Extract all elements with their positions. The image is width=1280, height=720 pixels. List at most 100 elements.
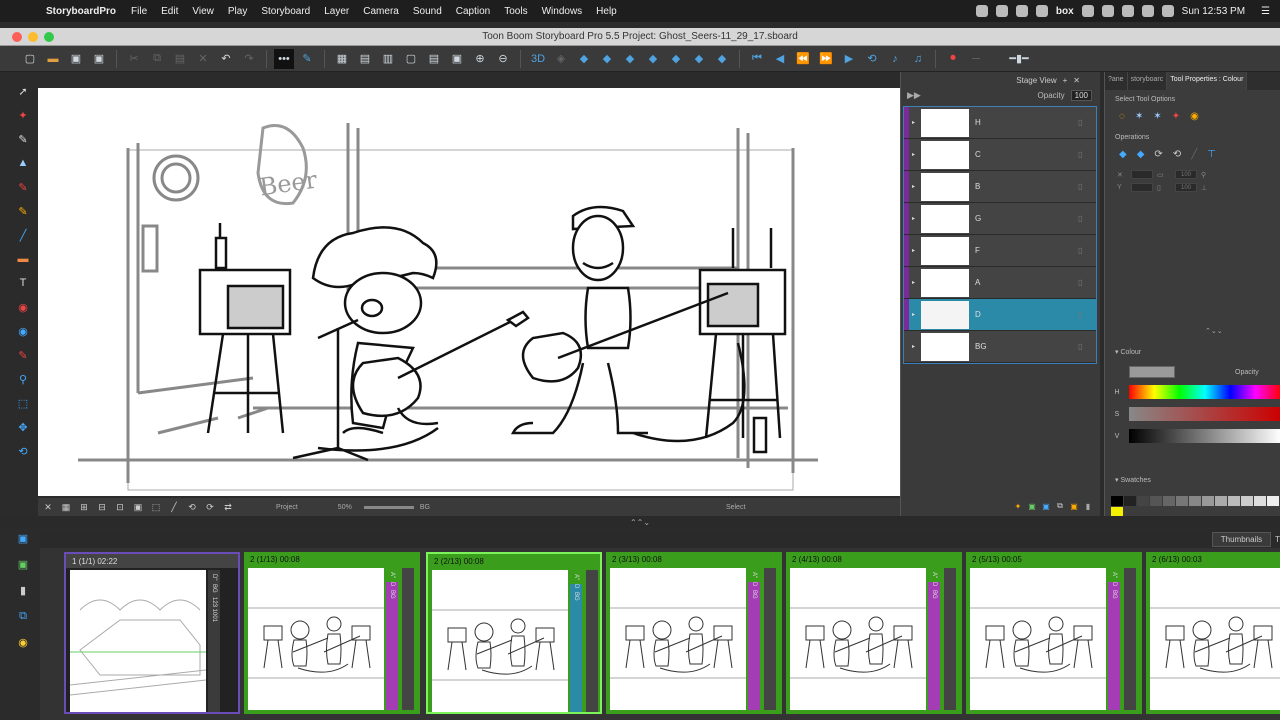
snap-icon[interactable]: ✶ — [1153, 111, 1161, 122]
panel-scroll[interactable] — [1124, 568, 1136, 710]
prev-panel-icon[interactable]: ⏪ — [793, 49, 813, 69]
camera-frame-icon[interactable]: ⬚ — [14, 394, 32, 412]
reset-view-icon[interactable]: ⟲ — [186, 501, 198, 513]
delete-icon[interactable]: ✕ — [193, 49, 213, 69]
lock-icon[interactable]: ▯ — [1078, 182, 1088, 191]
play-icon[interactable]: ▶ — [839, 49, 859, 69]
lock-icon[interactable]: ▯ — [1078, 310, 1088, 319]
camera-rotate-icon[interactable]: ◆ — [597, 49, 617, 69]
thumbnail-strip[interactable]: 1 (1/1) 02:22 D" BG 123 1001 2 (1/13) 00… — [40, 548, 1280, 720]
stage-mode-icon[interactable]: ⬚ — [150, 501, 162, 513]
new-icon[interactable]: ▢ — [20, 49, 40, 69]
menu-storyboard[interactable]: Storyboard — [254, 6, 317, 17]
add-group-icon[interactable]: ▣ — [1041, 501, 1051, 511]
layer-row[interactable]: ▸ B ▯ — [904, 171, 1096, 203]
status-icon[interactable] — [975, 5, 988, 17]
line-icon[interactable]: ╱ — [14, 226, 32, 244]
lightbulb-icon[interactable]: ◉ — [14, 633, 32, 651]
stage-settings-icon[interactable]: ✕ — [42, 501, 54, 513]
grid-icon[interactable]: ▦ — [332, 49, 352, 69]
flip-horizontal-icon[interactable]: ◆ — [1119, 149, 1127, 160]
cut-icon[interactable]: ✂ — [124, 49, 144, 69]
eraser-icon[interactable]: ▬ — [14, 250, 32, 268]
panel-list-icon[interactable]: ▤ — [424, 49, 444, 69]
menu-layer[interactable]: Layer — [317, 6, 356, 17]
stage-view-tab[interactable]: Stage View + ✕ — [901, 72, 1100, 88]
add-vector-layer-icon[interactable]: ✦ — [1013, 501, 1023, 511]
eye-icon[interactable]: ▸ — [909, 203, 918, 234]
menu-tools[interactable]: Tools — [497, 6, 534, 17]
current-colour-swatch[interactable] — [1129, 366, 1175, 378]
lasso-icon[interactable]: ◌ — [1119, 111, 1125, 122]
light-table-icon[interactable]: ▣ — [132, 501, 144, 513]
panel-thumbnail[interactable]: 2 (6/13) 00:03 A" D BG — [1146, 552, 1280, 714]
layer-row[interactable]: ▸ BG ▯ — [904, 331, 1096, 363]
swatch[interactable] — [1124, 496, 1136, 506]
creative-cloud-icon[interactable] — [1015, 5, 1028, 17]
layer-row[interactable]: ▸ G ▯ — [904, 203, 1096, 235]
layer-name[interactable]: D — [975, 310, 1078, 319]
status-icon[interactable] — [1035, 5, 1048, 17]
eye-icon[interactable]: ▸ — [909, 235, 918, 266]
menu-sound[interactable]: Sound — [406, 6, 449, 17]
menu-icon[interactable]: ☰ — [1261, 6, 1270, 17]
toolbar-mode-icon[interactable]: ••• — [274, 48, 294, 69]
paste-icon[interactable]: ▤ — [170, 49, 190, 69]
swatch[interactable] — [1228, 496, 1240, 506]
open-folder-icon[interactable]: ▬ — [43, 49, 63, 69]
layer-row[interactable]: ▸ A ▯ — [904, 267, 1096, 299]
lock-icon[interactable]: ▯ — [1078, 342, 1088, 351]
wifi-icon[interactable] — [1101, 5, 1114, 17]
redo-icon[interactable]: ↷ — [239, 49, 259, 69]
panel-thumbnail[interactable]: 2 (1/13) 00:08 A" D BG — [244, 552, 420, 714]
paint-icon[interactable]: ◉ — [14, 298, 32, 316]
safe-area-icon[interactable]: ⊞ — [78, 501, 90, 513]
next-panel-icon[interactable]: ⏩ — [816, 49, 836, 69]
layer-name[interactable]: B — [975, 182, 1078, 191]
layer-options-icon[interactable]: ▣ — [1069, 501, 1079, 511]
opacity-field[interactable]: 100 — [1070, 89, 1092, 101]
panel-scroll[interactable] — [586, 570, 598, 712]
smooth-icon[interactable]: ╱ — [1191, 149, 1197, 160]
swatch[interactable] — [1202, 496, 1214, 506]
zoom-slider[interactable] — [363, 505, 414, 509]
grid-toggle-icon[interactable]: ▦ — [60, 501, 72, 513]
volume-icon[interactable] — [1121, 5, 1134, 17]
camera-move-icon[interactable]: ◆ — [574, 49, 594, 69]
swatch[interactable] — [1163, 496, 1175, 506]
copy-icon[interactable]: ⧉ — [147, 49, 167, 69]
panel-scroll[interactable] — [402, 568, 414, 710]
lock-icon[interactable]: ▯ — [1078, 214, 1088, 223]
panel-thumbnail[interactable]: 2 (3/13) 00:08 A" D BG — [606, 552, 782, 714]
swatch[interactable] — [1150, 496, 1162, 506]
zoom-level[interactable]: 50% — [338, 504, 352, 511]
rotate-view-icon[interactable]: ⟳ — [204, 501, 216, 513]
text-icon[interactable]: T — [14, 274, 32, 292]
panel-thumbnail[interactable]: 2 (4/13) 00:08 A" D BG — [786, 552, 962, 714]
duplicate-panel-icon[interactable]: ⧉ — [14, 607, 32, 625]
rotate-icon[interactable]: ⟲ — [14, 442, 32, 460]
layer-name[interactable]: G — [975, 214, 1078, 223]
layer-name[interactable]: F — [975, 246, 1078, 255]
menu-play[interactable]: Play — [221, 6, 254, 17]
eye-icon[interactable]: ▸ — [909, 267, 918, 298]
group-icon[interactable]: ◉ — [1190, 111, 1199, 122]
camera-reset-icon[interactable]: ◆ — [666, 49, 686, 69]
first-frame-icon[interactable]: ⏮ — [747, 49, 767, 69]
display-icon[interactable] — [1081, 5, 1094, 17]
volume-slider[interactable]: ━▮━ — [989, 49, 1049, 69]
camera-link-icon[interactable]: ◆ — [689, 49, 709, 69]
y-field[interactable] — [1131, 183, 1153, 192]
tab-timeline[interactable]: T — [1275, 535, 1280, 544]
value-slider[interactable] — [1129, 429, 1280, 443]
pen-icon[interactable]: ✎ — [14, 178, 32, 196]
eye-icon[interactable]: ▸ — [909, 331, 918, 362]
layer-name[interactable]: BG — [975, 342, 1078, 351]
dropbox-icon[interactable] — [995, 5, 1008, 17]
flip-vertical-icon[interactable]: ◆ — [1137, 149, 1145, 160]
layer-name[interactable]: H — [975, 118, 1078, 127]
camera-icon[interactable]: ◈ — [551, 49, 571, 69]
add-view-icon[interactable]: + — [1063, 76, 1068, 85]
sound-scrub-icon[interactable]: ♫ — [908, 49, 928, 69]
splitter[interactable]: ⌃⌃⌄ — [0, 516, 1280, 528]
